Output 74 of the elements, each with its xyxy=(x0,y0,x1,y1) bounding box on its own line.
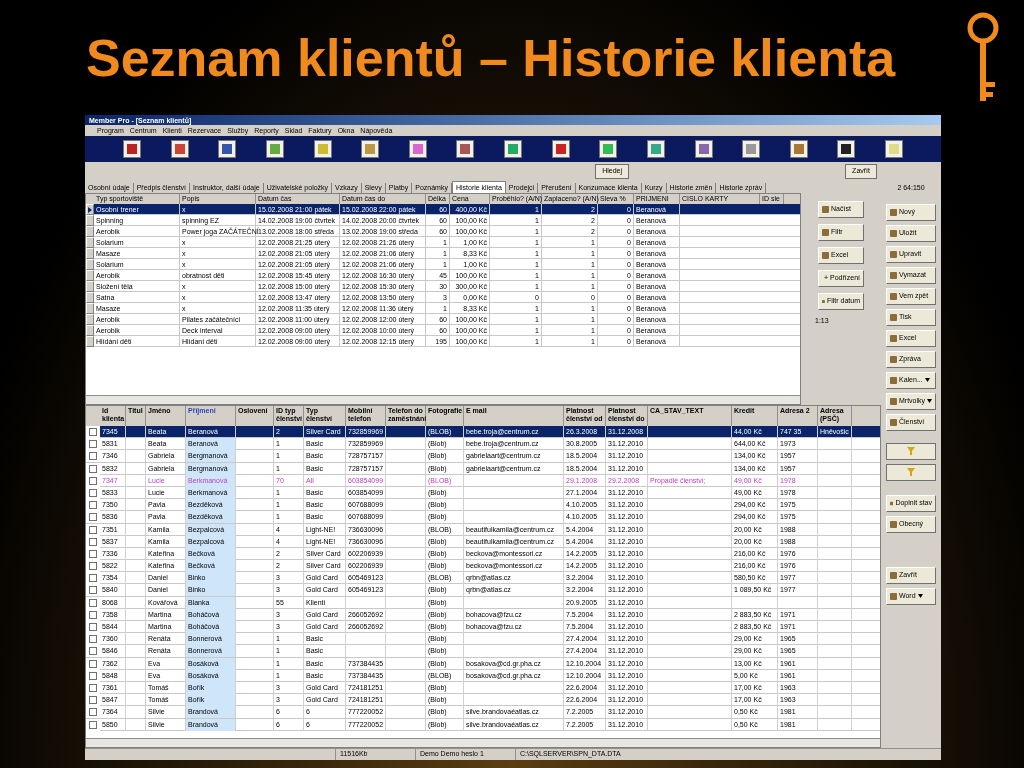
filter-button[interactable] xyxy=(886,463,936,481)
checkbox[interactable] xyxy=(89,610,97,619)
slide-title: Seznam klientů – Historie klienta xyxy=(86,27,896,89)
checkbox[interactable] xyxy=(89,562,97,571)
checkbox[interactable] xyxy=(89,537,97,546)
tile-icon[interactable] xyxy=(646,140,665,158)
checkbox[interactable] xyxy=(89,428,97,436)
caret-icon xyxy=(927,399,932,403)
tile-icon[interactable] xyxy=(456,140,475,158)
funnel-icon xyxy=(907,447,915,455)
row-pointer-icon xyxy=(88,206,92,213)
small-icon xyxy=(890,571,897,579)
checkbox[interactable] xyxy=(89,440,97,449)
checkbox[interactable] xyxy=(89,488,97,497)
checkbox[interactable] xyxy=(89,513,97,522)
small-icon xyxy=(890,250,897,258)
checkbox[interactable] xyxy=(89,696,97,705)
tile-icon[interactable] xyxy=(742,140,761,158)
small-icon xyxy=(890,208,897,216)
tile-icon[interactable] xyxy=(551,140,570,158)
checkbox[interactable] xyxy=(89,635,97,644)
small-icon xyxy=(890,376,897,384)
tile-icon[interactable] xyxy=(408,140,427,158)
small-icon xyxy=(822,229,829,236)
checkbox[interactable] xyxy=(89,476,97,485)
checkbox[interactable] xyxy=(89,549,97,558)
small-icon xyxy=(822,252,829,259)
scrollbar[interactable] xyxy=(86,738,880,747)
tile-icon[interactable] xyxy=(361,140,380,158)
checkbox[interactable] xyxy=(89,452,97,461)
checkbox[interactable] xyxy=(89,574,97,583)
tile-icon[interactable] xyxy=(313,140,332,158)
scrollbar[interactable] xyxy=(86,395,800,404)
small-icon xyxy=(890,397,897,405)
checkbox[interactable] xyxy=(89,720,97,729)
small-icon xyxy=(890,499,894,507)
key-icon xyxy=(965,12,1001,104)
tile-icon[interactable] xyxy=(218,140,237,158)
small-icon xyxy=(890,592,897,600)
caret-icon xyxy=(917,594,923,598)
small-icon xyxy=(822,206,829,213)
tile-icon[interactable] xyxy=(265,140,284,158)
small-icon xyxy=(890,418,897,426)
tile-icon[interactable] xyxy=(789,140,808,158)
tile-icon[interactable] xyxy=(885,140,903,158)
small-icon xyxy=(890,520,897,528)
tile-icon[interactable] xyxy=(170,140,189,158)
tile-icon[interactable] xyxy=(599,140,618,158)
tile-icon[interactable] xyxy=(504,140,522,158)
filter-button[interactable] xyxy=(886,442,936,460)
checkbox[interactable] xyxy=(89,708,97,717)
checkbox[interactable] xyxy=(89,464,97,473)
checkbox[interactable] xyxy=(89,586,97,595)
tile-icon[interactable] xyxy=(837,140,856,158)
small-icon xyxy=(890,313,897,321)
checkbox[interactable] xyxy=(89,598,97,607)
small-icon xyxy=(890,229,897,237)
small-icon xyxy=(890,271,897,279)
funnel-icon xyxy=(907,468,915,476)
checkbox[interactable] xyxy=(89,671,97,680)
checkbox[interactable] xyxy=(89,623,97,631)
small-icon xyxy=(890,334,897,342)
checkbox[interactable] xyxy=(89,659,97,668)
tile-icon[interactable] xyxy=(694,140,713,158)
tile-icon[interactable] xyxy=(123,140,141,158)
checkbox[interactable] xyxy=(89,683,97,692)
checkbox[interactable] xyxy=(89,647,97,656)
caret-icon xyxy=(924,378,930,382)
row-header[interactable] xyxy=(86,204,94,215)
small-icon xyxy=(822,298,825,305)
small-icon xyxy=(890,292,897,300)
checkbox[interactable] xyxy=(89,501,97,510)
small-icon xyxy=(890,355,897,363)
checkbox[interactable] xyxy=(89,525,97,534)
